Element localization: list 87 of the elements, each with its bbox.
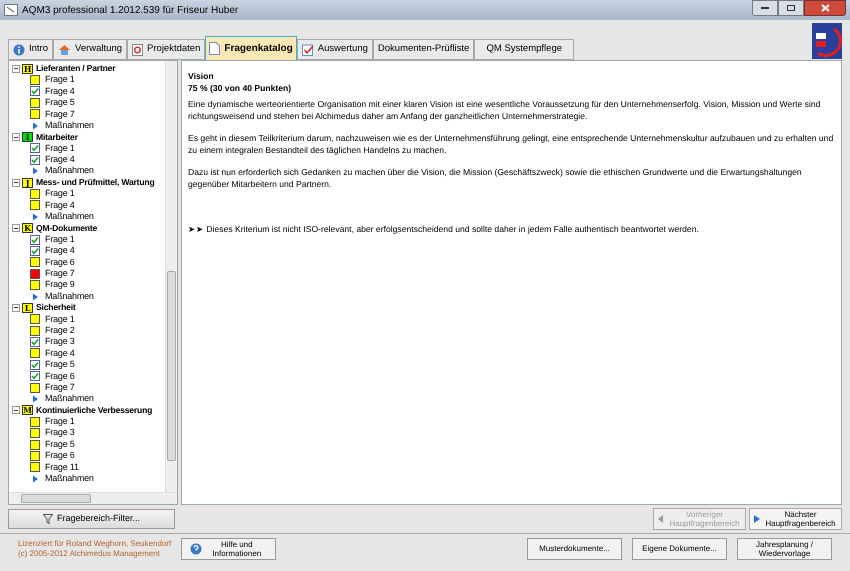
info-icon: [13, 44, 25, 56]
tree-item[interactable]: Frage 1: [45, 232, 75, 246]
tree-item[interactable]: Frage 7: [45, 266, 75, 280]
tree-item[interactable]: Maßnahmen: [45, 392, 94, 406]
tree-item[interactable]: Frage 4: [45, 198, 75, 212]
tab[interactable]: QM Systempflege: [474, 39, 574, 60]
tree-item[interactable]: Frage 11: [45, 460, 79, 474]
footer-button[interactable]: Jahresplanung / Wiedervorlage: [737, 538, 832, 560]
tab[interactable]: Intro: [8, 39, 54, 60]
tree-item[interactable]: Frage 5: [45, 358, 75, 372]
close-icon: [820, 4, 830, 12]
tree-item[interactable]: Frage 4: [45, 346, 75, 360]
tree-item[interactable]: Frage 7: [45, 380, 75, 394]
tree-item[interactable]: Frage 5: [45, 438, 75, 452]
collapse-toggle[interactable]: [12, 304, 20, 312]
tree-item[interactable]: Frage 1: [45, 142, 75, 156]
footer-button[interactable]: Musterdokumente...: [527, 538, 622, 560]
checklist-icon: [302, 44, 314, 56]
help-icon: [190, 542, 202, 554]
tree-item[interactable]: Frage 1: [45, 415, 75, 429]
collapse-toggle[interactable]: [12, 64, 20, 73]
right-triangle-icon: [754, 515, 760, 523]
window-title: AQM3 professional 1.2012.539 für Friseur Huber: [22, 4, 238, 18]
tab[interactable]: Projektdaten: [127, 39, 206, 60]
tree-item[interactable]: Maßnahmen: [45, 118, 94, 132]
tab[interactable]: Dokumenten-Prüfliste: [372, 39, 474, 60]
minimize-button[interactable]: [752, 0, 778, 16]
category-letter: H: [22, 64, 33, 74]
tree-item[interactable]: Frage 6: [45, 256, 75, 270]
tree-item[interactable]: Frage 6: [45, 370, 75, 383]
category-letter: J: [22, 178, 33, 188]
tree-item[interactable]: Frage 9: [45, 278, 75, 292]
collapse-toggle[interactable]: [12, 224, 20, 232]
tree-item[interactable]: Frage 7: [45, 108, 75, 122]
category-letter: L: [22, 302, 33, 313]
tree-item[interactable]: Frage 5: [45, 96, 75, 110]
tree-category[interactable]: Sicherheit: [36, 301, 76, 314]
tree-item[interactable]: Frage 4: [45, 244, 75, 258]
footer-button[interactable]: Eigene Dokumente...: [632, 538, 727, 560]
note-text: ➤➤ Dieses Kriterium ist nicht ISO-relevant, aber erfolgsentscheidend und sollte daher in jedem Falle authentisch beantwortet werden.: [188, 224, 700, 236]
tree-category[interactable]: Kontinuierliche Verbesserung: [36, 404, 152, 417]
help-button[interactable]: Hilfe und Informationen: [181, 538, 276, 560]
license-text: Lizenziert für Roland Weghorn, Seukendorf: [18, 538, 172, 548]
content-title: Vision: [188, 71, 215, 82]
tree-item[interactable]: Frage 6: [45, 449, 75, 463]
license-text: (c) 2005-2012 Alchimedus Management: [18, 548, 161, 558]
close-button[interactable]: [804, 0, 846, 16]
vertical-scrollbar[interactable]: [165, 61, 177, 492]
tree-item[interactable]: Frage 1: [45, 187, 75, 201]
app-icon: [4, 4, 18, 16]
tab[interactable]: Auswertung: [296, 39, 373, 60]
tab[interactable]: Verwaltung: [53, 39, 128, 60]
collapse-toggle[interactable]: [12, 406, 20, 414]
paragraph: Eine dynamische werteorientierte Organisation mit einer klaren Vision ist eine wesentliche Voraussetzung für den Unternehmenserfolg. Vision, Mission und Werte sind richtungsweisend und stehen bei Alchimedus daher am Anfang der ganzheitlichen Unternehmerstrategie.: [188, 99, 822, 122]
tree-item[interactable]: Frage 3: [45, 335, 75, 349]
tree-item[interactable]: Frage 4: [45, 153, 75, 167]
funnel-icon: [42, 514, 53, 524]
category-letter: I: [22, 132, 33, 142]
document-icon: [132, 44, 144, 56]
horizontal-scrollbar[interactable]: [9, 492, 177, 504]
tree-category[interactable]: Lieferanten / Partner: [36, 62, 116, 76]
tree-item[interactable]: Frage 1: [45, 73, 75, 87]
tree-category[interactable]: Mess- und Prüfmittel, Wartung: [36, 176, 154, 190]
tree-item[interactable]: Maßnahmen: [45, 164, 94, 178]
next-button[interactable]: Nächster Hauptfragenbereich: [749, 508, 842, 530]
tree-item[interactable]: Frage 3: [45, 426, 75, 440]
tab[interactable]: Fragenkatalog: [205, 36, 297, 61]
collapse-toggle[interactable]: [12, 178, 20, 187]
tree-item[interactable]: Frage 1: [45, 312, 75, 326]
tree-category[interactable]: Mitarbeiter: [36, 130, 78, 144]
house-icon: [58, 44, 72, 56]
category-letter: M: [22, 405, 33, 416]
tree-item[interactable]: Frage 4: [45, 84, 75, 98]
paragraph: Dazu ist nun erforderlich sich Gedanken zu machen über die Vision, die Mission (Geschäftszweck) sowie die ethischen Grundwerte und die Erwartungshaltungen gegenüber Mitarbeitern und Partnern.: [188, 167, 803, 190]
paragraph: Es geht in diesem Teilkriterium darum, nachzuweisen wie es der Unternehmensführung gelingt, eine entsprechende Unternehmenskultur aufzubauen und zu erhalten und zu einem integralen Bestandteil des täglichen Handelns zu machen.: [188, 133, 834, 156]
tree-item[interactable]: Maßnahmen: [45, 210, 94, 224]
left-triangle-icon: [658, 515, 664, 523]
category-letter: K: [22, 223, 33, 234]
tree-category[interactable]: QM-Dokumente: [36, 222, 98, 235]
tree-item[interactable]: Frage 2: [45, 324, 75, 338]
collapse-toggle[interactable]: [12, 133, 20, 142]
score-text: 75 % (30 von 40 Punkten): [188, 82, 292, 94]
filter-button[interactable]: Fragebereich-Filter...: [8, 509, 175, 529]
page-icon: [209, 42, 220, 55]
tree-item[interactable]: Maßnahmen: [45, 290, 94, 304]
tree-item[interactable]: Maßnahmen: [45, 472, 94, 486]
maximize-button[interactable]: [778, 0, 804, 16]
